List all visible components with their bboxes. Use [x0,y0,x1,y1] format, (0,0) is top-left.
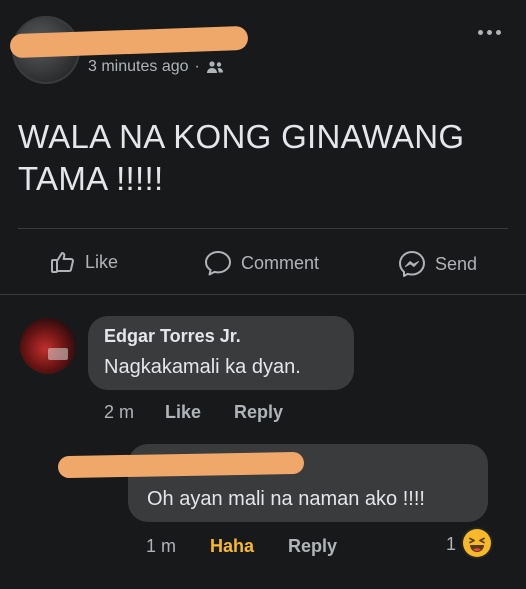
thumbs-up-icon [50,250,76,274]
comment-like-button[interactable]: Like [165,402,201,423]
post-meta: 3 minutes ago · [88,58,224,76]
comment-reply-button[interactable]: Reply [234,402,283,423]
divider [18,228,508,229]
reply-time[interactable]: 1 m [146,536,176,557]
comment-time[interactable]: 2 m [104,402,134,423]
reply-reply-button[interactable]: Reply [288,536,337,557]
redacted-reply-name [57,451,305,479]
reaction-count[interactable]: 1 [446,534,456,555]
commenter-name[interactable]: Edgar Torres Jr. [104,326,241,347]
send-button[interactable]: Send [398,250,477,278]
haha-emoji-icon[interactable] [463,529,491,557]
divider [0,294,526,295]
like-button[interactable]: Like [50,250,118,274]
messenger-icon [398,250,426,278]
commenter-avatar[interactable] [20,318,76,374]
comment-icon [204,250,232,276]
reply-text: Oh ayan mali na naman ako !!!! [147,488,425,510]
comment-button[interactable]: Comment [204,250,319,276]
comment-label: Comment [241,252,320,273]
post-time[interactable]: 3 minutes ago [88,58,189,76]
reply-reaction-button[interactable]: Haha [210,536,254,557]
post-text: WALA NA KONG GINAWANG TAMA !!!!! [18,118,465,197]
send-label: Send [435,253,478,274]
more-options-icon[interactable] [474,24,504,40]
comment-text: Nagkakamali ka dyan. [104,356,301,378]
meta-separator: · [194,58,200,75]
friends-icon [206,60,224,74]
like-label: Like [85,251,119,272]
